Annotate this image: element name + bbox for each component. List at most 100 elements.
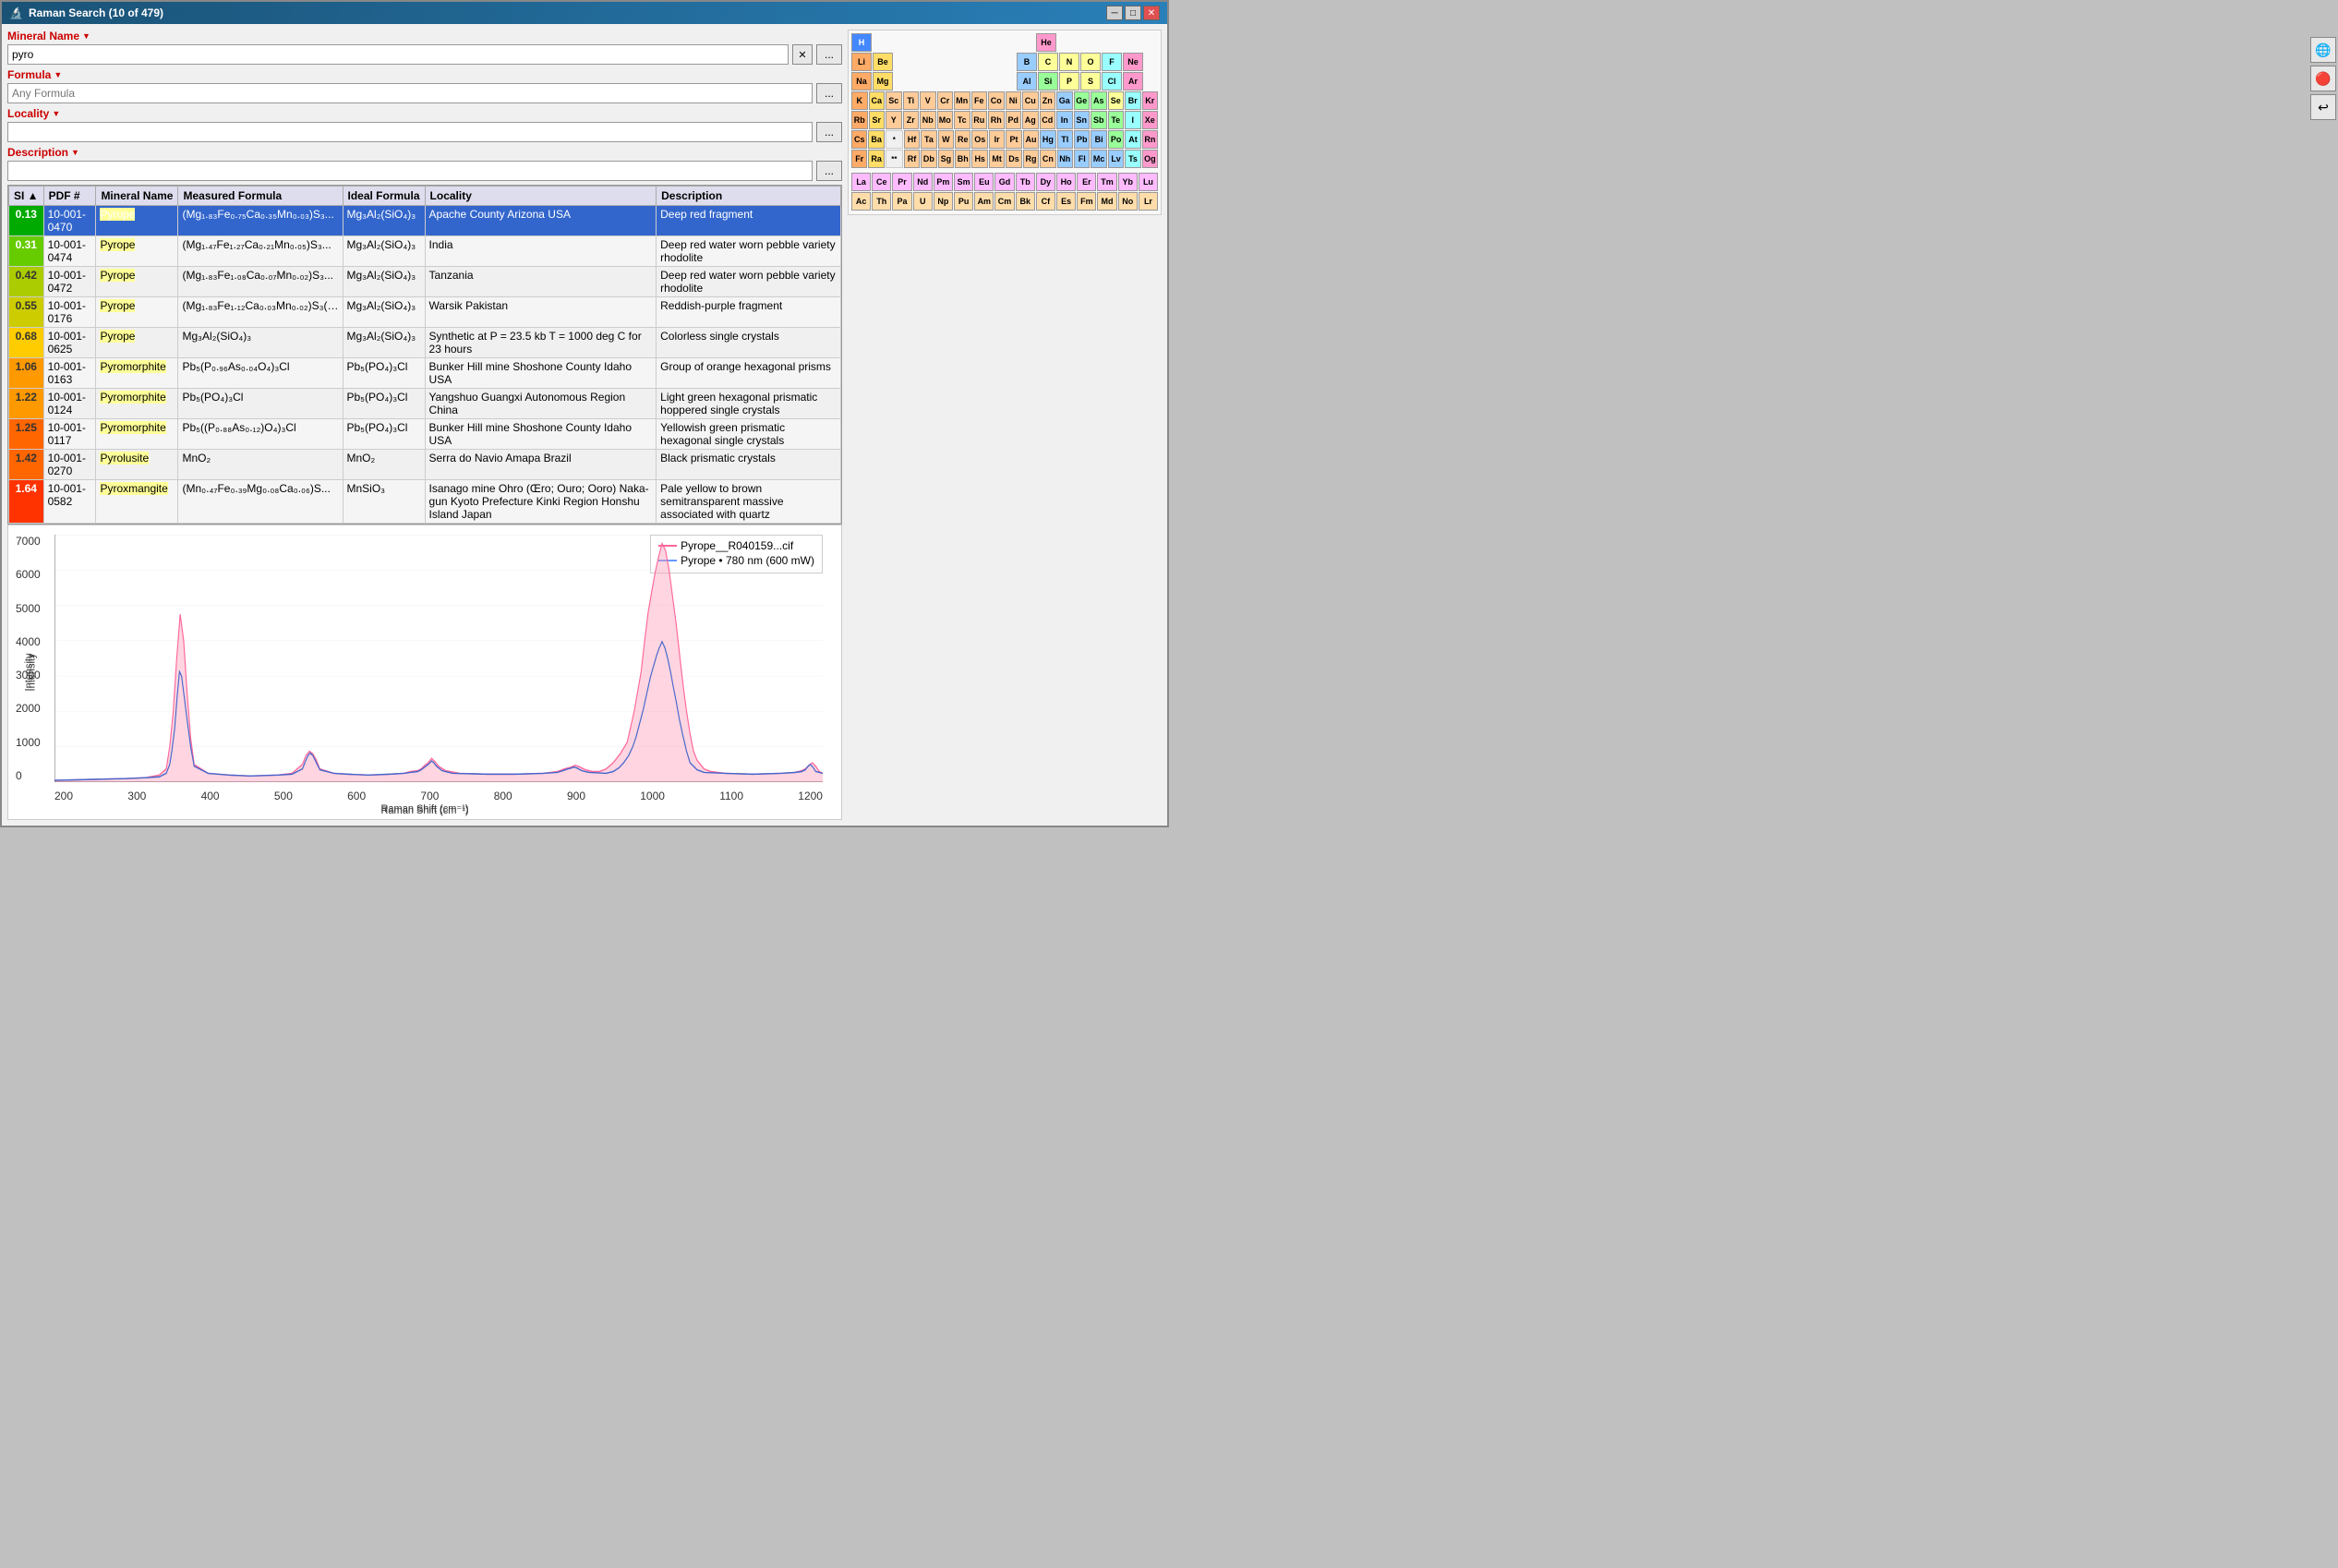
element-B[interactable]: B <box>1017 53 1037 71</box>
element-Pb[interactable]: Pb <box>1074 130 1090 149</box>
element-Eu[interactable]: Eu <box>974 173 994 191</box>
element-Sc[interactable]: Sc <box>886 91 902 110</box>
element-Cf[interactable]: Cf <box>1036 192 1055 211</box>
element-Na[interactable]: Na <box>851 72 872 90</box>
element-Ho[interactable]: Ho <box>1056 173 1076 191</box>
element-Br[interactable]: Br <box>1125 91 1141 110</box>
formula-label[interactable]: Formula <box>7 68 62 81</box>
locality-label[interactable]: Locality <box>7 107 60 120</box>
element-Mc[interactable]: Mc <box>1091 150 1106 168</box>
element-Li[interactable]: Li <box>851 53 872 71</box>
col-locality[interactable]: Locality <box>425 187 657 206</box>
element-Ge[interactable]: Ge <box>1074 91 1091 110</box>
table-row[interactable]: 1.6410-001-0582Pyroxmangite(Mn₀.₄₇Fe₀.₃₉… <box>9 480 841 524</box>
col-pdf[interactable]: PDF # <box>43 187 96 206</box>
element-N[interactable]: N <box>1059 53 1079 71</box>
element-Ce[interactable]: Ce <box>872 173 891 191</box>
formula-input[interactable] <box>7 83 813 103</box>
element-Sn[interactable]: Sn <box>1074 111 1091 129</box>
element-Md[interactable]: Md <box>1097 192 1116 211</box>
element-Tb[interactable]: Tb <box>1016 173 1035 191</box>
element-At[interactable]: At <box>1125 130 1140 149</box>
element-Nb[interactable]: Nb <box>920 111 936 129</box>
element-Mt[interactable]: Mt <box>989 150 1005 168</box>
element-Po[interactable]: Po <box>1108 130 1124 149</box>
element-Hf[interactable]: Hf <box>904 130 920 149</box>
locality-more-button[interactable]: ... <box>816 122 842 142</box>
element-Au[interactable]: Au <box>1023 130 1039 149</box>
element-Fm[interactable]: Fm <box>1077 192 1096 211</box>
element-Ga[interactable]: Ga <box>1056 91 1073 110</box>
element-Re[interactable]: Re <box>955 130 970 149</box>
element-Dy[interactable]: Dy <box>1036 173 1055 191</box>
element-Ag[interactable]: Ag <box>1022 111 1039 129</box>
element-Pd[interactable]: Pd <box>1006 111 1022 129</box>
element-Pr[interactable]: Pr <box>892 173 911 191</box>
element-Fe[interactable]: Fe <box>971 91 988 110</box>
element-Rh[interactable]: Rh <box>988 111 1005 129</box>
element-La[interactable]: La <box>851 173 871 191</box>
element-Ts[interactable]: Ts <box>1125 150 1140 168</box>
col-description[interactable]: Description <box>657 187 841 206</box>
element-Mn[interactable]: Mn <box>954 91 970 110</box>
element-Ru[interactable]: Ru <box>971 111 988 129</box>
col-ideal[interactable]: Ideal Formula <box>343 187 425 206</box>
element-Ti[interactable]: Ti <box>903 91 920 110</box>
element-Hs[interactable]: Hs <box>971 150 987 168</box>
table-row[interactable]: 1.4210-001-0270PyrolusiteMnO₂MnO₂Serra d… <box>9 450 841 480</box>
table-row[interactable]: 0.3110-001-0474Pyrope(Mg₁.₄₇Fe₁.₂₇Ca₀.₂₁… <box>9 236 841 267</box>
col-measured[interactable]: Measured Formula <box>178 187 343 206</box>
element-Gd[interactable]: Gd <box>994 173 1014 191</box>
element-Zr[interactable]: Zr <box>903 111 920 129</box>
element-Np[interactable]: Np <box>934 192 953 211</box>
element-Ds[interactable]: Ds <box>1006 150 1021 168</box>
description-label[interactable]: Description <box>7 146 79 159</box>
element-Xe[interactable]: Xe <box>1142 111 1159 129</box>
element-Y[interactable]: Y <box>886 111 902 129</box>
element-C[interactable]: C <box>1038 53 1058 71</box>
element-Pt[interactable]: Pt <box>1006 130 1021 149</box>
element-Rf[interactable]: Rf <box>904 150 920 168</box>
locality-input[interactable] <box>7 122 813 142</box>
element-Cn[interactable]: Cn <box>1040 150 1055 168</box>
element-Er[interactable]: Er <box>1077 173 1096 191</box>
element-Pa[interactable]: Pa <box>892 192 911 211</box>
minimize-button[interactable]: ─ <box>1106 6 1123 20</box>
element-Tm[interactable]: Tm <box>1097 173 1116 191</box>
mineral-name-input[interactable] <box>7 44 789 65</box>
element-S[interactable]: S <box>1080 72 1101 90</box>
element-Cr[interactable]: Cr <box>937 91 954 110</box>
globe-icon-button[interactable]: 🌐 <box>2310 37 2336 63</box>
table-row[interactable]: 0.6810-001-0625PyropeMg₃Al₂(SiO₄)₃Mg₃Al₂… <box>9 328 841 358</box>
element-Hg[interactable]: Hg <box>1040 130 1055 149</box>
element-Se[interactable]: Se <box>1108 91 1125 110</box>
element-Ar[interactable]: Ar <box>1123 72 1143 90</box>
element-Yb[interactable]: Yb <box>1118 173 1138 191</box>
element-H[interactable]: H <box>851 33 872 52</box>
element-Ir[interactable]: Ir <box>989 130 1005 149</box>
mineral-name-more-button[interactable]: ... <box>816 44 842 65</box>
table-row[interactable]: 1.2510-001-0117PyromorphitePb₅((P₀.₈₈As₀… <box>9 419 841 450</box>
element-Th[interactable]: Th <box>872 192 891 211</box>
element-Cm[interactable]: Cm <box>994 192 1014 211</box>
maximize-button[interactable]: □ <box>1125 6 1141 20</box>
element-Cd[interactable]: Cd <box>1040 111 1056 129</box>
element-Ta[interactable]: Ta <box>921 130 936 149</box>
element-Ra[interactable]: Ra <box>868 150 884 168</box>
element-O[interactable]: O <box>1080 53 1101 71</box>
element-U[interactable]: U <box>913 192 933 211</box>
element-Cs[interactable]: Cs <box>851 130 867 149</box>
table-row[interactable]: 0.4210-001-0472Pyrope(Mg₁.₈₃Fe₁.₀₈Ca₀.₀₇… <box>9 267 841 297</box>
element-Tl[interactable]: Tl <box>1057 130 1073 149</box>
element-Ne[interactable]: Ne <box>1123 53 1143 71</box>
element-Kr[interactable]: Kr <box>1142 91 1159 110</box>
element-P[interactable]: P <box>1059 72 1079 90</box>
element-As[interactable]: As <box>1091 91 1107 110</box>
element-Fl[interactable]: Fl <box>1074 150 1090 168</box>
element-Zn[interactable]: Zn <box>1040 91 1056 110</box>
element-Sr[interactable]: Sr <box>869 111 886 129</box>
col-si[interactable]: SI ▲ <box>9 187 44 206</box>
element-Ac[interactable]: Ac <box>851 192 871 211</box>
description-input[interactable] <box>7 161 813 181</box>
formula-more-button[interactable]: ... <box>816 83 842 103</box>
